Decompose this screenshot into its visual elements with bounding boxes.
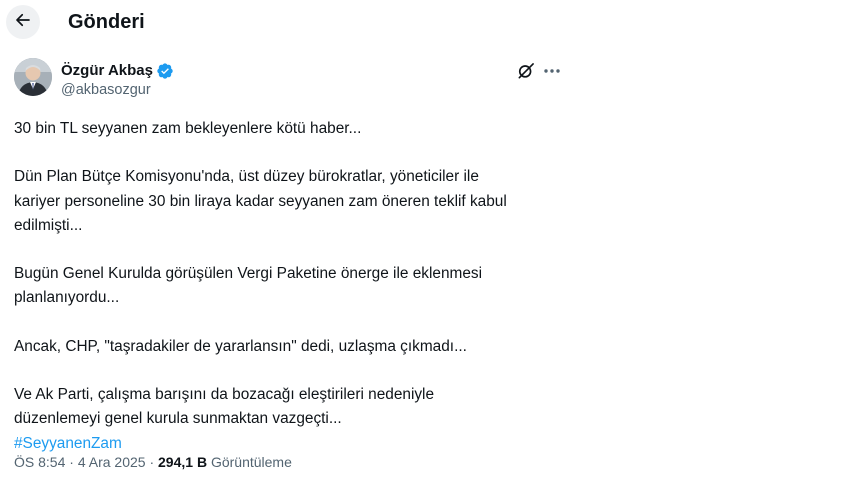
avatar[interactable] — [14, 58, 52, 96]
tweet-line: 30 bin TL seyyanen zam bekleyenlere kötü… — [14, 120, 362, 137]
tweet-line: planlanıyordu... — [14, 289, 120, 307]
post-page: Gönderi Özgür Akbaş @akbasozgur 30 bin T… — [0, 0, 850, 478]
tweet-line: Ancak, CHP, "taşradakiler de yararlansın… — [14, 337, 467, 355]
author-name-wrap: Özgür Akbaş — [61, 61, 174, 81]
views-label: Görüntüleme — [210, 454, 292, 470]
more-icon[interactable] — [542, 63, 562, 79]
tweet-line: edilmişti... — [14, 216, 83, 234]
tweet-line: Ve Ak Parti, çalışma barışını da bozacağ… — [14, 386, 435, 404]
page-header: Gönderi — [0, 0, 575, 46]
tweet-line: kariyer personeline 30 bin liraya kadar … — [14, 192, 507, 210]
tweet-text: 30 bin TL seyyanen zam bekleyenlere kötü… — [14, 117, 569, 456]
author-name[interactable]: Özgür Akbaş — [61, 61, 153, 81]
tweet-line: Bugün Genel Kurulda görüşülen Vergi Pake… — [14, 265, 483, 283]
post-time[interactable]: ÖS 8:54 — [14, 454, 65, 470]
verified-badge-icon[interactable] — [156, 62, 174, 80]
views-count: 294,1 B — [158, 454, 208, 470]
tweet-line: düzenlemeyi genel kurula sunmaktan vazge… — [14, 410, 342, 428]
page-title: Gönderi — [68, 11, 145, 33]
author-row: Özgür Akbaş @akbasozgur — [14, 58, 562, 102]
meta-separator: · — [149, 454, 155, 470]
grok-icon[interactable] — [516, 61, 536, 81]
author-handle[interactable]: @akbasozgur — [61, 81, 151, 99]
tweet-line: Dün Plan Bütçe Komisyonu'nda, üst düzey … — [14, 168, 479, 186]
post-meta: ÖS 8:54 · 4 Ara 2025 · 294,1 B Görüntüle… — [14, 453, 292, 471]
arrow-left-icon — [14, 11, 32, 34]
meta-separator: · — [69, 454, 74, 470]
back-button[interactable] — [6, 5, 40, 39]
post-date[interactable]: 4 Ara 2025 — [78, 454, 146, 470]
